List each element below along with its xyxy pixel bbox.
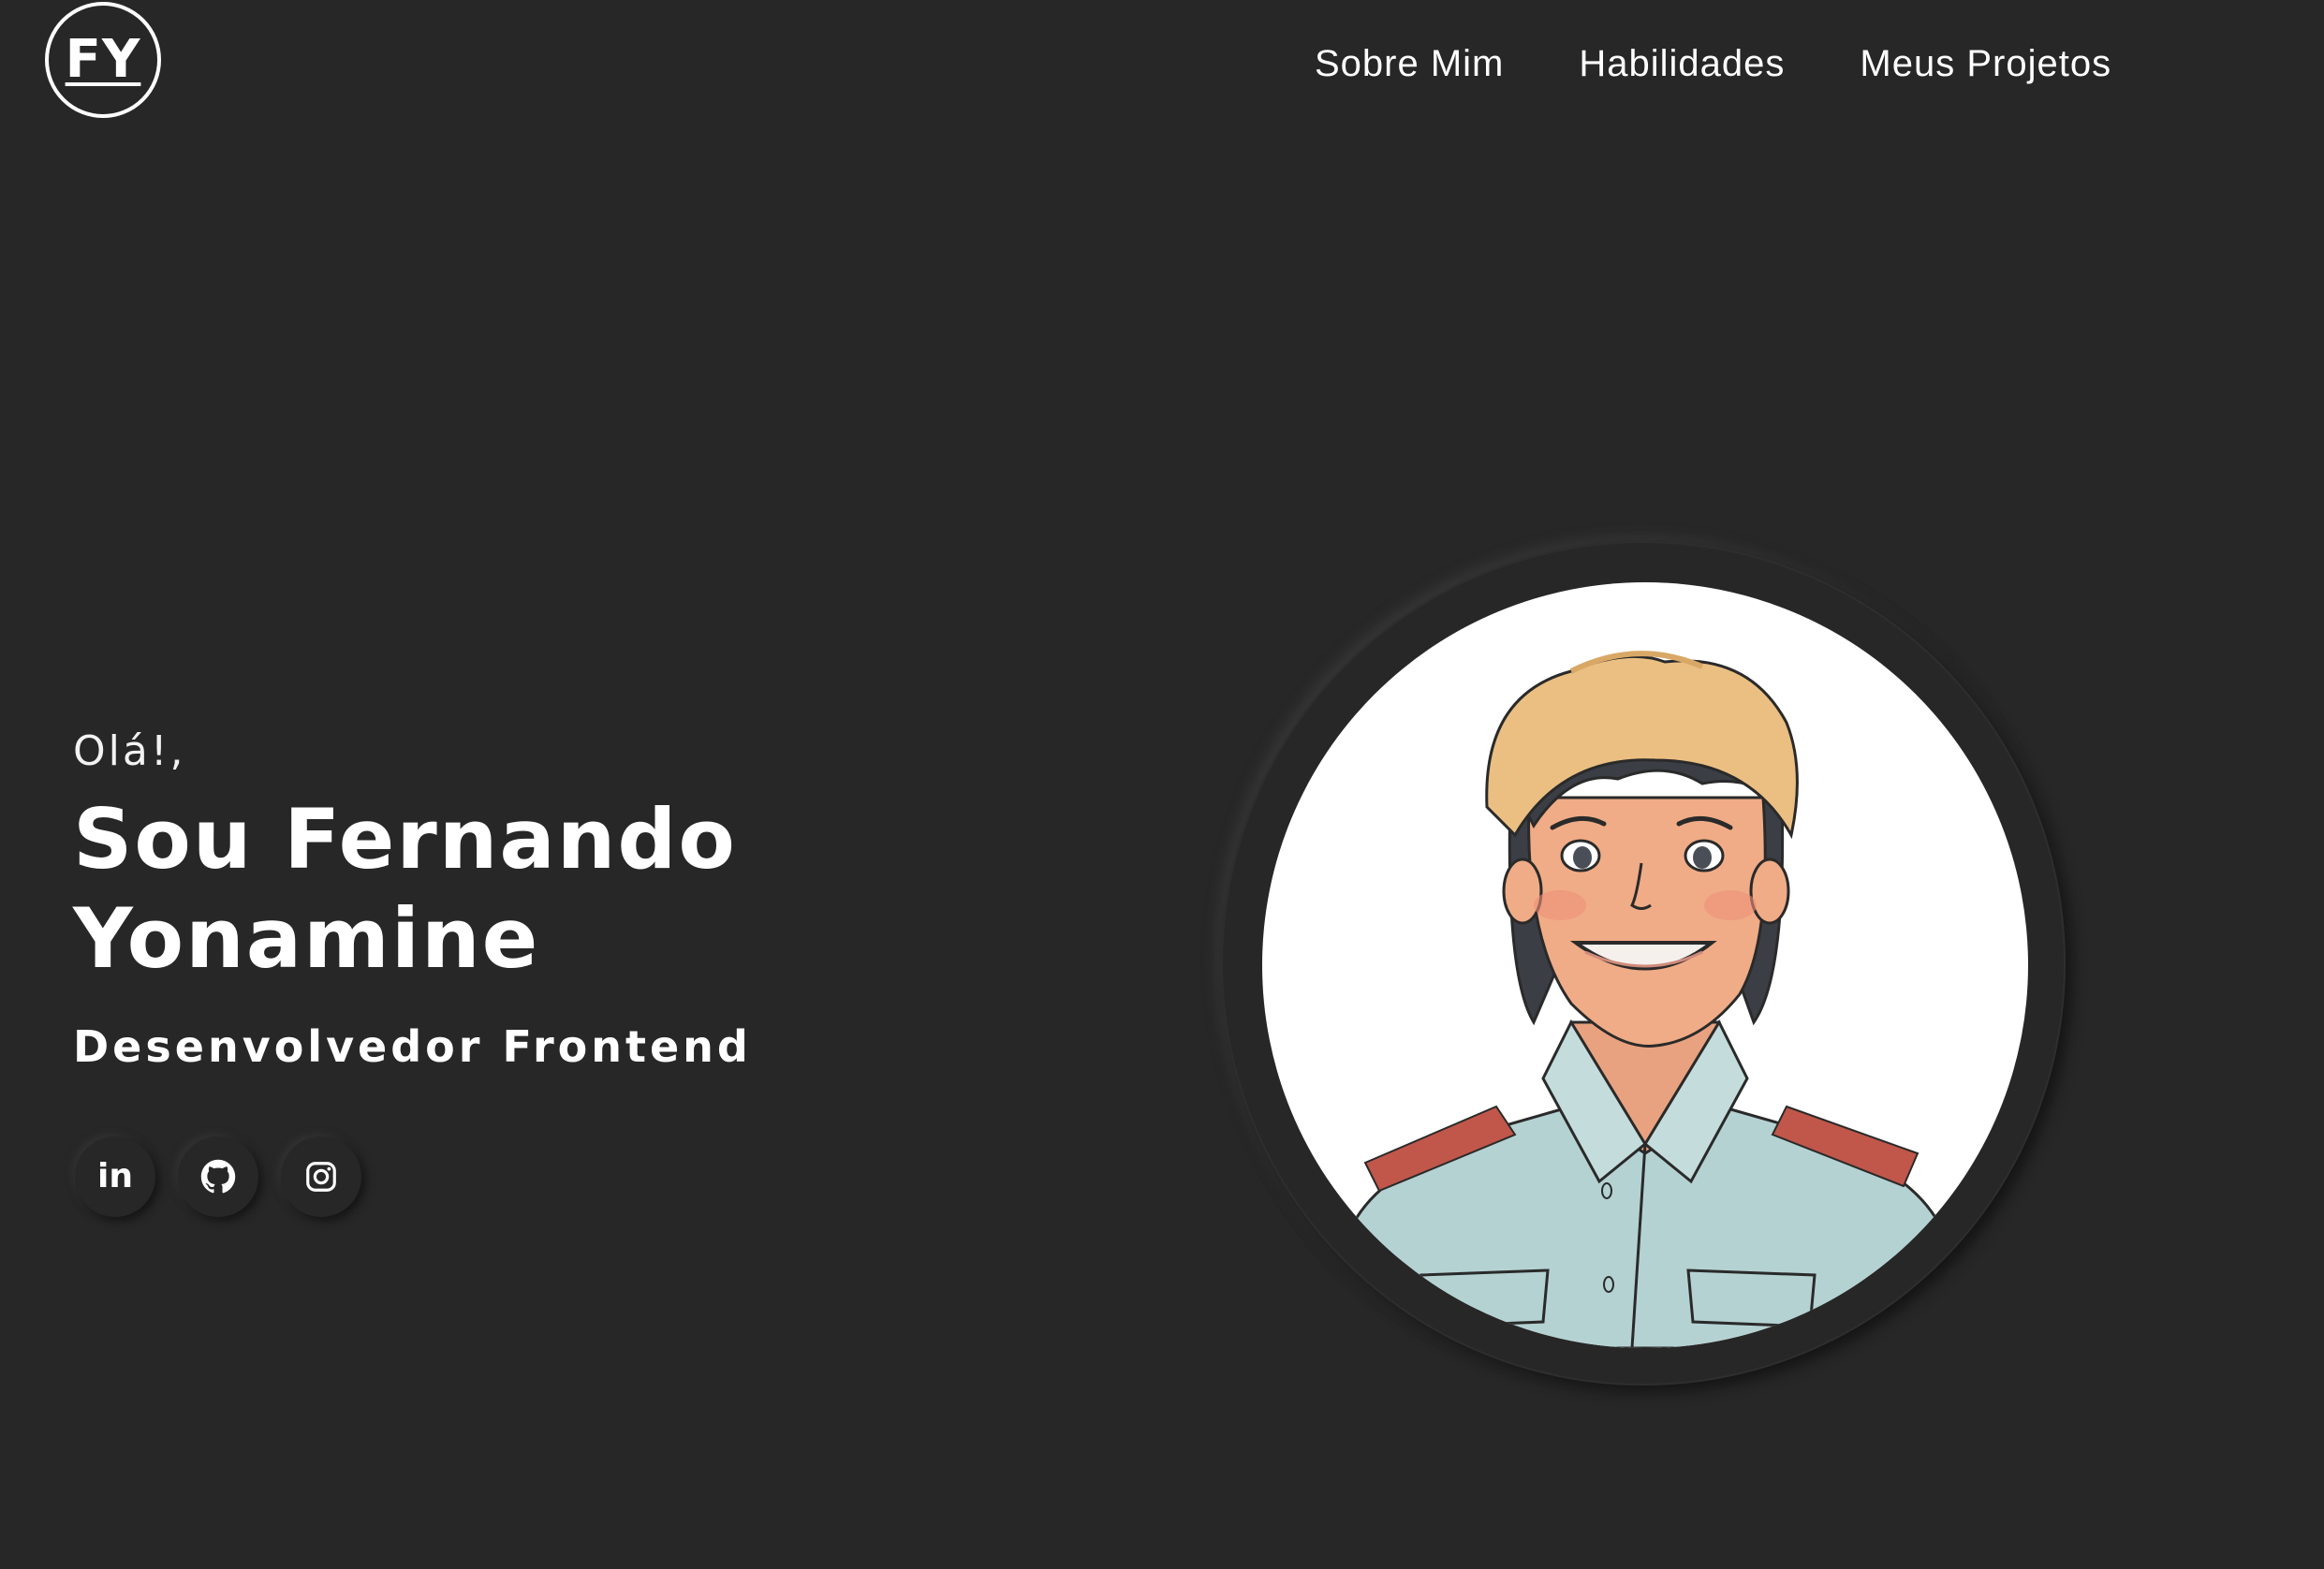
instagram-button[interactable] bbox=[281, 1136, 361, 1217]
avatar-illustration bbox=[1316, 651, 1976, 1348]
greeting: Olá!, bbox=[73, 727, 186, 775]
avatar-frame bbox=[1221, 541, 2066, 1386]
nav-link-sobre-mim[interactable]: Sobre Mim bbox=[1315, 37, 1504, 90]
social-links: in bbox=[75, 1136, 384, 1217]
hero-text: Olá!, Sou Fernando Yonamine Desenvolvedo… bbox=[73, 723, 916, 1075]
logo-text: FY bbox=[65, 29, 141, 90]
avatar bbox=[1262, 582, 2028, 1348]
github-button[interactable] bbox=[178, 1136, 258, 1217]
hero-role: Desenvolvedor Frontend bbox=[73, 1021, 752, 1072]
instagram-icon bbox=[306, 1162, 336, 1192]
main-nav: Sobre Mim Habilidades Meus Projetos bbox=[1315, 37, 2186, 90]
nav-link-habilidades[interactable]: Habilidades bbox=[1579, 37, 1785, 90]
nav-link-meus-projetos[interactable]: Meus Projetos bbox=[1860, 37, 2111, 90]
github-icon bbox=[200, 1159, 236, 1194]
logo[interactable]: FY bbox=[45, 2, 161, 118]
linkedin-icon: in bbox=[97, 1157, 133, 1195]
linkedin-button[interactable]: in bbox=[75, 1136, 155, 1217]
hero-name: Sou Fernando Yonamine bbox=[73, 791, 737, 987]
